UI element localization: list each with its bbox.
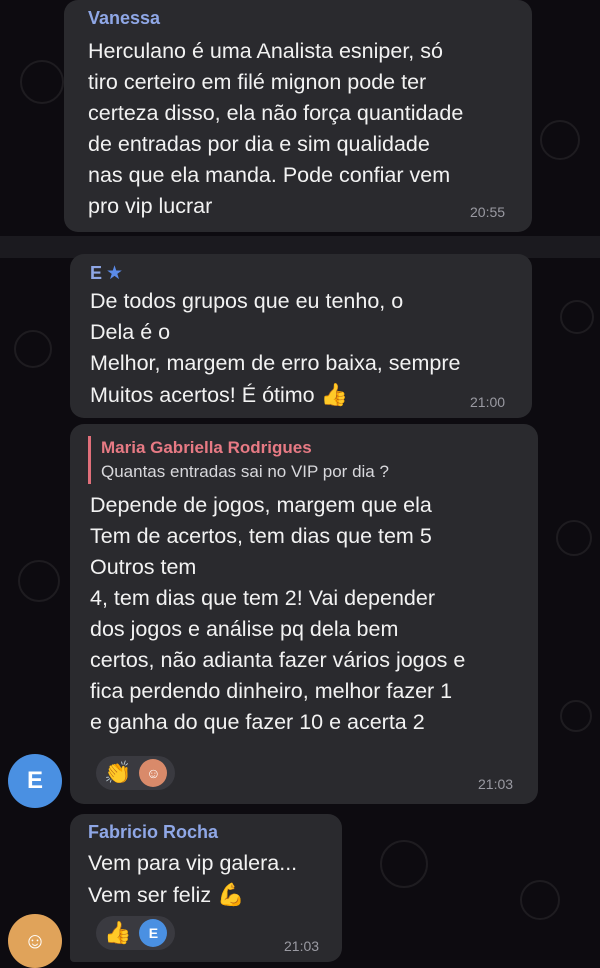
sender-name-text: E — [90, 263, 103, 283]
reactions[interactable]: 👍 E — [96, 916, 176, 950]
message-text-body: Vem para vip galera... Vem ser feliz — [88, 851, 298, 907]
reactions[interactable]: 👏 ☺ — [96, 756, 176, 790]
message-bubble[interactable]: Vanessa Herculano é uma Analista esniper… — [64, 0, 532, 232]
message-time: 21:03 — [284, 938, 320, 954]
author-avatar[interactable]: ☺ — [8, 914, 62, 968]
reply-text: Quantas entradas sai no VIP por dia ? — [101, 462, 389, 481]
message-text-body: De todos grupos que eu tenho, o Dela é o… — [90, 289, 461, 407]
message-bubble[interactable]: Fabricio Rocha Vem para vip galera... Ve… — [70, 814, 342, 962]
thumbs-up-icon[interactable]: 👍 — [104, 920, 131, 946]
flexed-biceps-icon: 💪 — [217, 882, 245, 907]
sender-name[interactable]: Vanessa — [88, 8, 160, 29]
message-bubble[interactable]: E ★ De todos grupos que eu tenho, o Dela … — [70, 254, 532, 418]
message-time: 21:00 — [470, 394, 506, 410]
message-time: 20:55 — [470, 204, 506, 220]
reactor-avatar: E — [139, 919, 168, 947]
clapping-hands-icon[interactable]: 👏 — [104, 760, 131, 786]
message-text: Herculano é uma Analista esniper, só tir… — [88, 39, 464, 218]
reply-quote[interactable]: Maria Gabriella Rodrigues Quantas entrad… — [88, 436, 521, 484]
message-text: Vem para vip galera... Vem ser feliz 💪 — [88, 848, 338, 911]
message-time: 21:03 — [478, 776, 514, 792]
star-icon: ★ — [106, 263, 124, 284]
reply-author: Maria Gabriella Rodrigues — [101, 438, 312, 457]
author-avatar[interactable]: E — [8, 754, 62, 808]
reactor-avatar: ☺ — [139, 759, 168, 787]
thumbs-up-icon: 👍 — [320, 382, 349, 407]
sender-name[interactable]: Fabricio Rocha — [88, 822, 218, 843]
message-text: De todos grupos que eu tenho, o Dela é o… — [90, 286, 530, 411]
sender-name[interactable]: E ★ — [90, 262, 123, 285]
message-text: Depende de jogos, margem que ela Tem de … — [90, 493, 466, 734]
message-bubble[interactable]: Maria Gabriella Rodrigues Quantas entrad… — [70, 424, 538, 804]
